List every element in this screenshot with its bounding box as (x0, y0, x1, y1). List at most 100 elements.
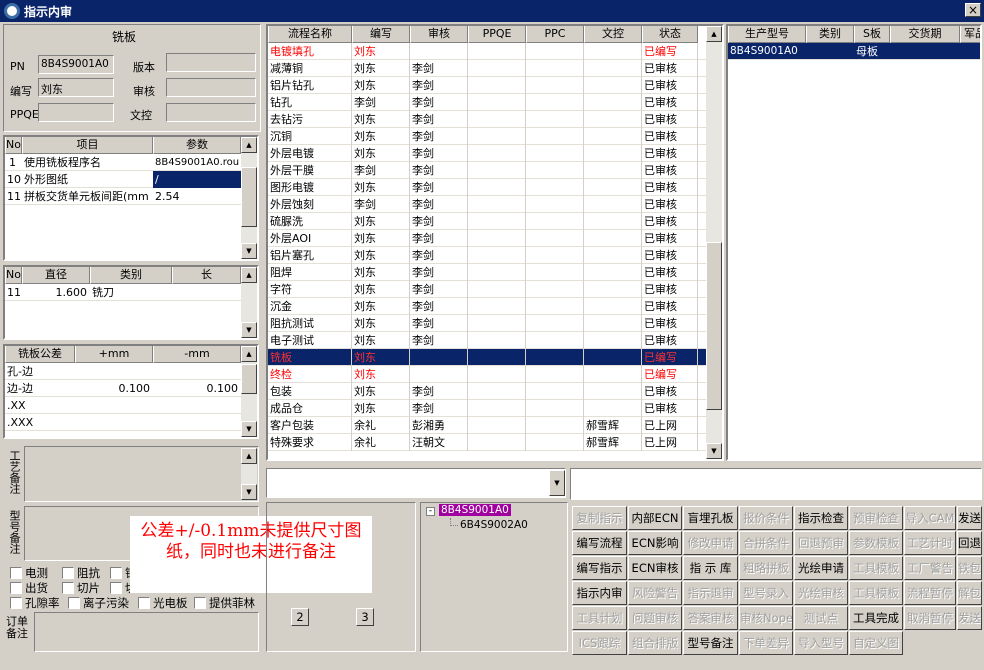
writer-field[interactable]: 刘东 (38, 78, 114, 97)
action-button[interactable]: 复制指示 (572, 506, 627, 530)
action-button[interactable]: 工具模板 (849, 556, 903, 580)
table-row[interactable]: 孔-边 (5, 363, 257, 380)
action-button[interactable]: 工具模板 (849, 581, 903, 605)
flow-row[interactable]: 外层电镀 刘东 李剑 已审核 (268, 145, 706, 162)
close-button[interactable]: × (965, 3, 981, 17)
action-button[interactable]: 指示检查 (794, 506, 848, 530)
flow-combo[interactable] (266, 468, 566, 498)
reviewer-field[interactable] (166, 78, 256, 97)
info-field[interactable] (570, 468, 982, 500)
action-button[interactable]: 光绘申请 (794, 556, 848, 580)
action-button[interactable]: 报价条件 (739, 506, 793, 530)
action-button[interactable]: 导入CAM (904, 506, 956, 530)
action-button[interactable]: 编写指示 (572, 556, 627, 580)
table-row[interactable]: 1 使用铣板程序名 8B4S9001A0.rou (5, 154, 257, 171)
action-button[interactable]: ICS跟踪 (572, 631, 627, 655)
ppqe-field[interactable] (38, 103, 114, 122)
flow-row[interactable]: 客户包装 余礼 彭湘勇 郝雪辉 已上网 (268, 417, 706, 434)
scroll-thumb[interactable] (241, 167, 257, 227)
flow-row[interactable]: 包装 刘东 李剑 已审核 (268, 383, 706, 400)
checkbox-porosity[interactable]: 孔隙率 (10, 595, 60, 611)
action-button[interactable]: 工艺计时 (904, 531, 956, 555)
action-button[interactable]: 编写流程 (572, 531, 627, 555)
scroll-down-icon[interactable]: ▼ (241, 421, 257, 437)
flow-row[interactable]: 成品仓 刘东 李剑 已审核 (268, 400, 706, 417)
flow-row[interactable]: 铝片塞孔 刘东 李剑 已审核 (268, 247, 706, 264)
action-button[interactable]: 发送 (957, 606, 982, 630)
flow-row[interactable]: 外层AOI 刘东 李剑 已审核 (268, 230, 706, 247)
action-button[interactable]: 光绘审核 (794, 581, 848, 605)
action-button[interactable]: 型号录入 (739, 581, 793, 605)
order-remark-field[interactable] (34, 612, 259, 652)
action-button[interactable]: 风险警告 (628, 581, 682, 605)
checkbox-impedance[interactable]: 阻抗 (62, 565, 100, 581)
scroll-thumb[interactable] (706, 242, 722, 410)
flow-row[interactable]: 硫脲洗 刘东 李剑 已审核 (268, 213, 706, 230)
checkbox-electrical-test[interactable]: 电测 (10, 565, 48, 581)
action-button[interactable]: 工厂警告 (904, 556, 956, 580)
param-value-editing[interactable]: / (153, 171, 241, 188)
param-scrollbar[interactable]: ▲ ▼ (241, 137, 257, 259)
checkbox-box[interactable] (110, 582, 122, 594)
checkbox-box[interactable] (68, 597, 80, 609)
tolerance-scrollbar[interactable]: ▲ ▼ (241, 346, 257, 437)
action-button[interactable]: 流程暂停 (904, 581, 956, 605)
action-button[interactable]: 指示内审 (572, 581, 627, 605)
tree-child-node[interactable]: 6B4S9002A0 (460, 519, 528, 531)
process-remark-scrollbar[interactable]: ▲ ▼ (241, 448, 257, 500)
scroll-down-icon[interactable]: ▼ (241, 243, 257, 259)
checkbox-photoelectric-board[interactable]: 光电板 (138, 595, 188, 611)
action-button[interactable]: 预审检查 (849, 506, 903, 530)
scroll-up-icon[interactable]: ▲ (241, 448, 257, 464)
action-button[interactable]: 参数模板 (849, 531, 903, 555)
action-button[interactable]: 修改申请 (683, 531, 738, 555)
action-button[interactable]: 问题审核 (628, 606, 682, 630)
page-3-button[interactable]: 3 (356, 608, 374, 626)
flow-row[interactable]: 字符 刘东 李剑 已审核 (268, 281, 706, 298)
checkbox-box[interactable] (10, 597, 22, 609)
pn-field[interactable]: 8B4S9001A0 (38, 55, 114, 74)
flow-row[interactable]: 减薄铜 刘东 李剑 已审核 (268, 60, 706, 77)
action-button[interactable]: 粗略拼板 (739, 556, 793, 580)
action-button[interactable]: 自定义图 (849, 631, 903, 655)
doc-control-field[interactable] (166, 103, 256, 122)
checkbox-box[interactable] (62, 582, 74, 594)
action-button[interactable]: 回退 (957, 531, 982, 555)
tree-root-node[interactable]: 8B4S9001A0 (439, 504, 511, 516)
table-row[interactable]: .XXX (5, 414, 257, 431)
scroll-up-icon[interactable]: ▲ (241, 137, 257, 153)
flow-row[interactable]: 沉金 刘东 李剑 已审核 (268, 298, 706, 315)
flow-row[interactable]: 去钻污 刘东 李剑 已审核 (268, 111, 706, 128)
scroll-down-icon[interactable]: ▼ (241, 484, 257, 500)
process-remark-field[interactable] (24, 446, 259, 502)
action-button[interactable]: 工具计划 (572, 606, 627, 630)
scroll-down-icon[interactable]: ▼ (706, 443, 722, 459)
page-2-button[interactable]: 2 (291, 608, 309, 626)
checkbox-box[interactable] (110, 567, 122, 579)
flow-row[interactable]: 铝片钻孔 刘东 李剑 已审核 (268, 77, 706, 94)
action-button[interactable]: 解包 (957, 581, 982, 605)
checkbox-box[interactable] (194, 597, 206, 609)
table-row[interactable]: 11 拼板交货单元板间距(mm 2.54 (5, 188, 257, 205)
scroll-up-icon[interactable]: ▲ (241, 346, 257, 362)
action-button[interactable]: 答案审核 (683, 606, 738, 630)
checkbox-box[interactable] (62, 567, 74, 579)
action-button[interactable]: 下单差异 (739, 631, 793, 655)
flow-row[interactable]: 阻焊 刘东 李剑 已审核 (268, 264, 706, 281)
flow-row[interactable]: 阻抗测试 刘东 李剑 已审核 (268, 315, 706, 332)
checkbox-slice[interactable]: 切片 (62, 580, 100, 596)
flow-row[interactable]: 沉铜 刘东 李剑 已审核 (268, 128, 706, 145)
checkbox-provide-film[interactable]: 提供菲林 (194, 595, 255, 611)
checkbox-box[interactable] (138, 597, 150, 609)
action-button[interactable]: 测试点 (794, 606, 848, 630)
action-button[interactable]: 回退预审 (794, 531, 848, 555)
scroll-down-icon[interactable]: ▼ (241, 322, 257, 338)
action-button[interactable]: 盲埋孔板 (683, 506, 738, 530)
action-button[interactable]: ECN影响 (628, 531, 682, 555)
flow-row[interactable]: 终检 刘东 已编写 (268, 366, 706, 383)
checkbox-ion-contamination[interactable]: 离子污染 (68, 595, 129, 611)
action-button[interactable]: 组合排版 (628, 631, 682, 655)
action-button[interactable]: ECN审核 (628, 556, 682, 580)
action-button[interactable]: 取消暂停 (904, 606, 956, 630)
flow-row[interactable]: 外层蚀刻 李剑 李剑 已审核 (268, 196, 706, 213)
